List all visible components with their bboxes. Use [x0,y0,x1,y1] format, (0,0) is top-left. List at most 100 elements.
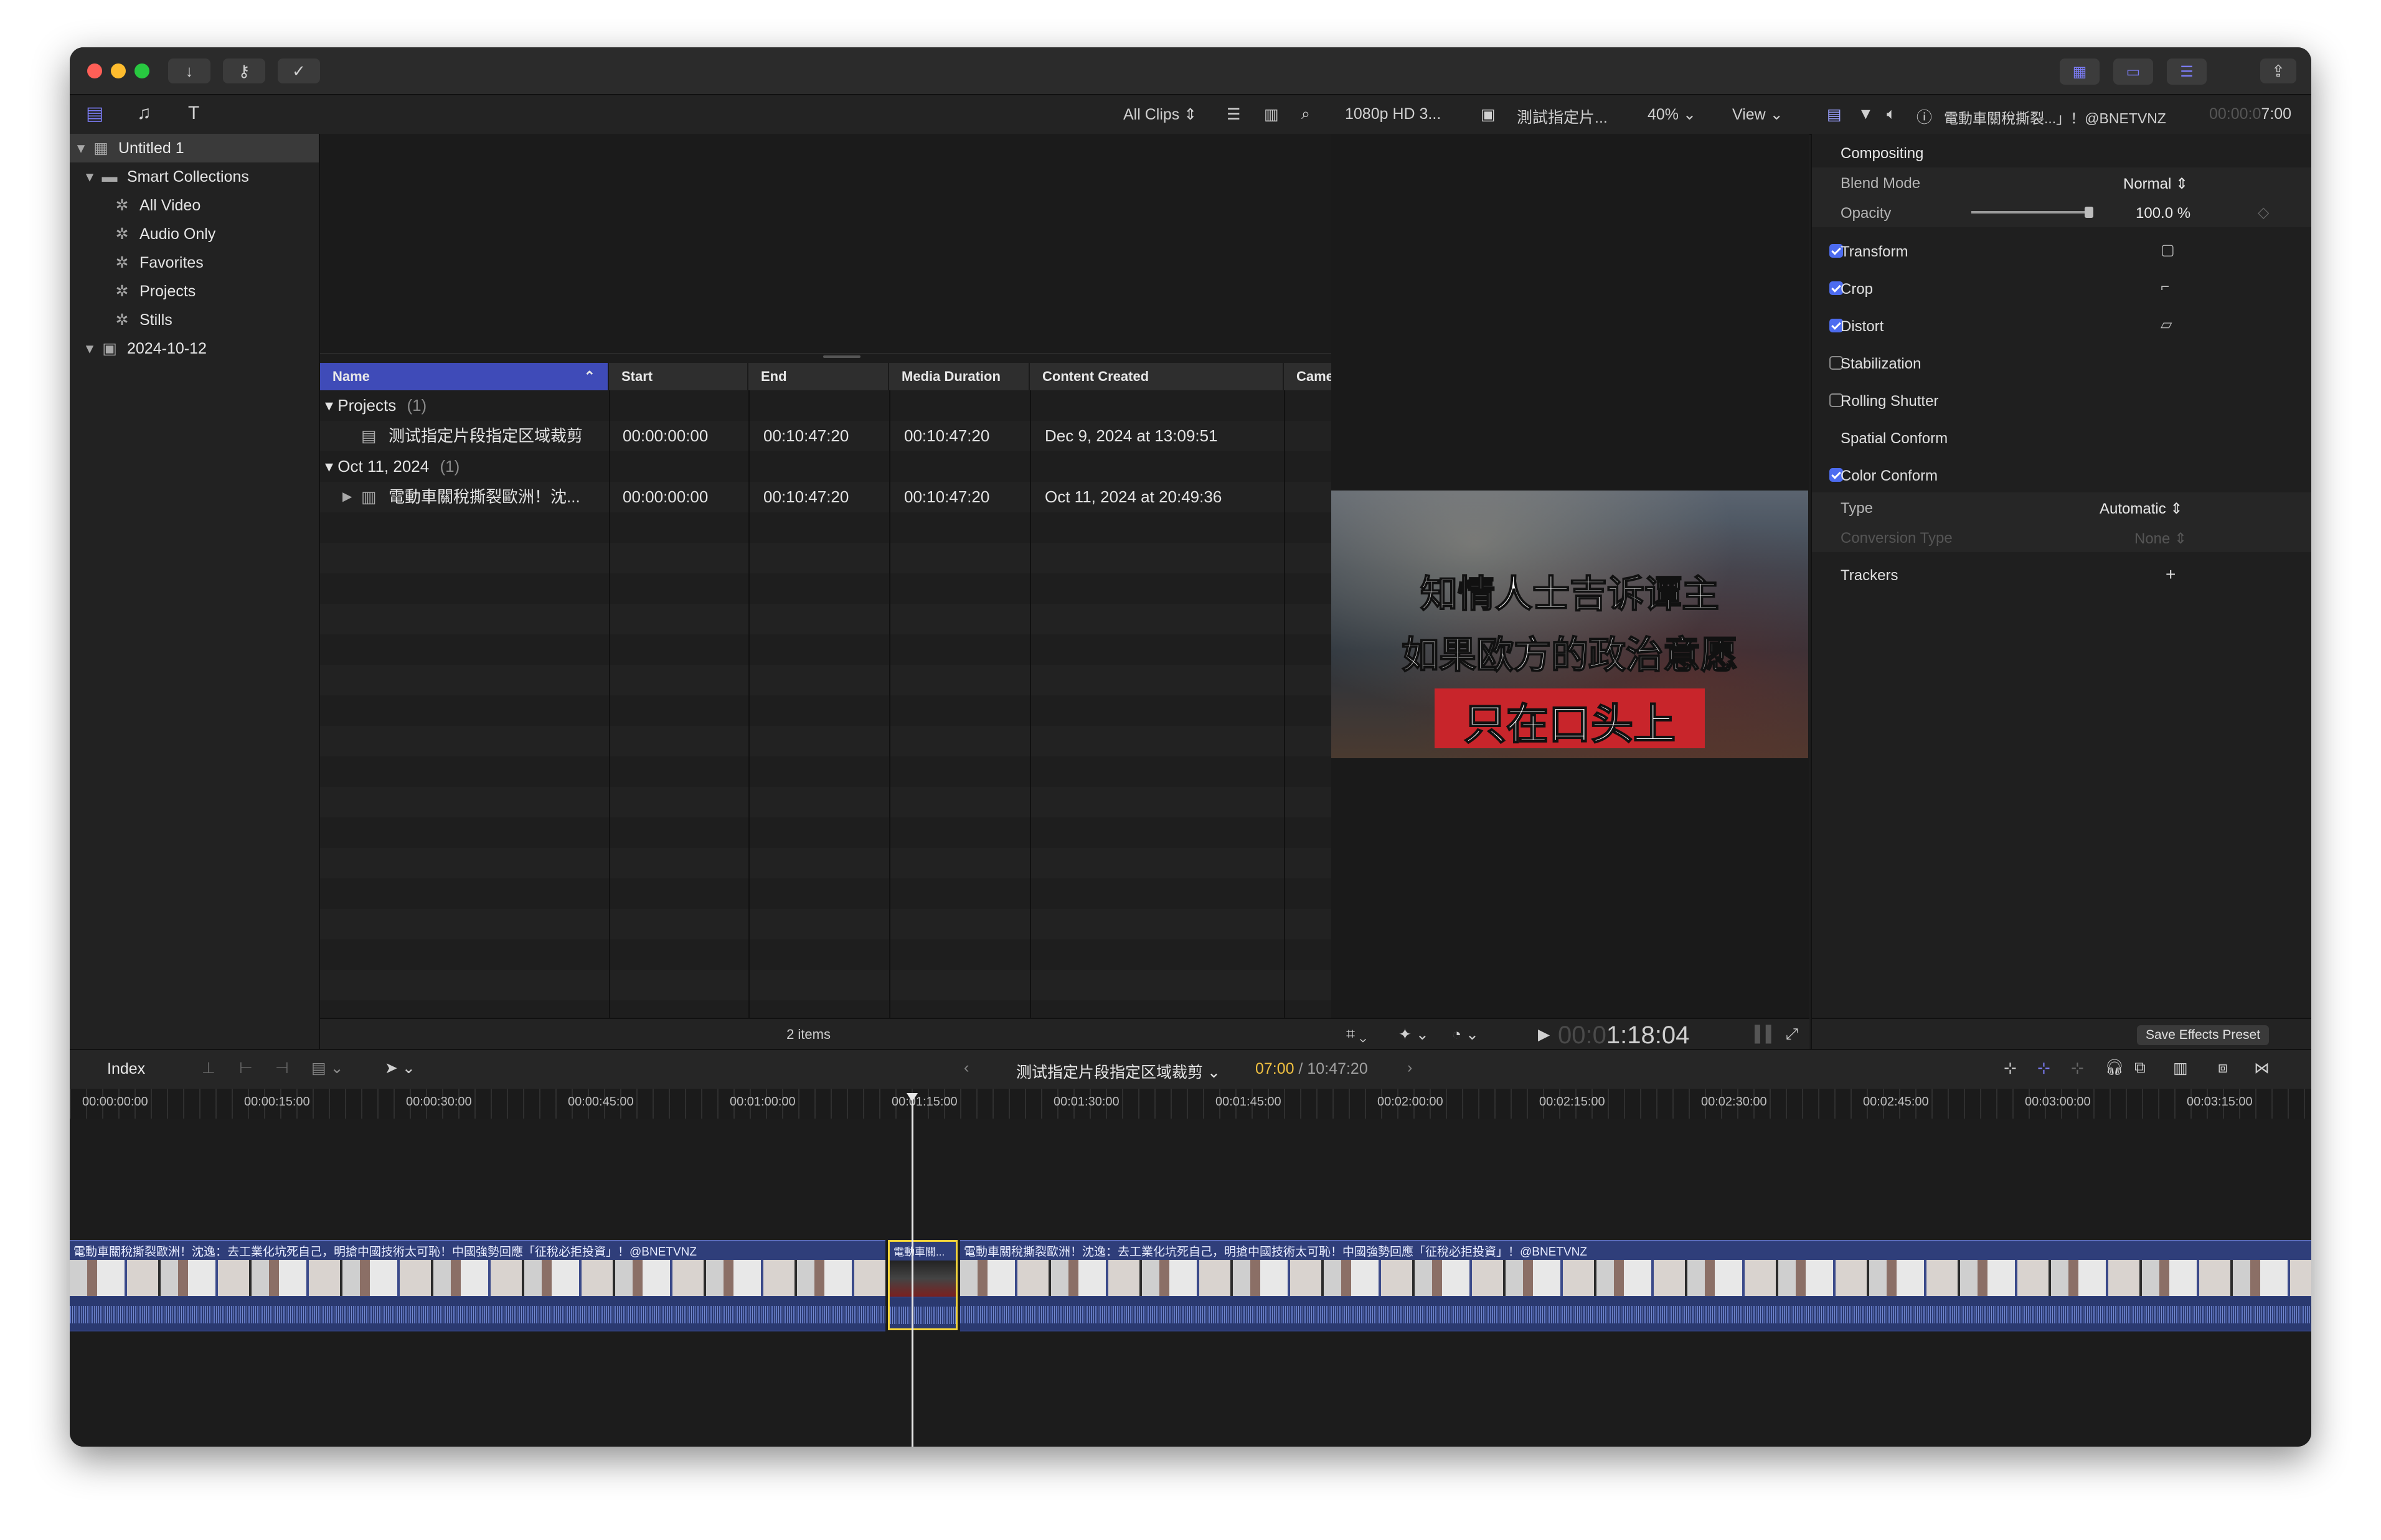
project-name-menu[interactable]: 测试指定片段指定区域裁剪 ⌄ [1016,1060,1220,1082]
solo-icon[interactable]: ⊹ [2071,1059,2084,1078]
all-clips-filter[interactable]: All Clips ⇕ [1123,105,1197,124]
photos-audio-icon[interactable]: ♫ [137,103,151,124]
sidebar-item-favorites[interactable]: ✲ Favorites [70,248,319,277]
clip-appearance-icon[interactable]: ▥ [2173,1059,2188,1078]
group-row-date[interactable]: ▾ Oct 11, 2024 (1) [325,451,460,482]
disclosure-triangle-icon[interactable]: ▾ [82,167,97,186]
disclosure-triangle-icon[interactable]: ▾ [325,457,337,476]
column-header-duration[interactable]: Media Duration [889,363,1030,390]
color-inspector-tab[interactable]: ▼ [1858,105,1874,123]
show-inspector-button[interactable]: ☰ [2167,59,2207,85]
video-frame[interactable]: 知情人士吉诉谭主 如果欧方的政治意愿 只在口头上 [1331,491,1808,758]
column-header-start[interactable]: Start [609,363,748,390]
skimming-icon[interactable]: ⊹ [2004,1059,2017,1078]
column-header-name[interactable]: Name ⌃ [320,363,609,390]
sidebar-item-all-video[interactable]: ✲ All Video [70,191,319,220]
sidebar-item-event[interactable]: ▾ ▣ 2024-10-12 [70,334,319,363]
disclosure-triangle-icon[interactable]: ▾ [325,396,337,415]
opacity-slider-knob[interactable] [2085,207,2093,218]
index-button[interactable]: Index [107,1060,145,1078]
disclosure-triangle-icon[interactable]: ▶ [342,482,352,512]
transitions-browser-icon[interactable]: ⋈ [2254,1059,2270,1078]
transform-row[interactable]: Transform ▢ [1812,233,2311,270]
opacity-field[interactable]: 100.0 % [2136,205,2190,222]
color-conform-row[interactable]: Color Conform [1812,458,2311,494]
type-popup[interactable]: Automatic ⇕ [2100,500,2183,518]
ruler-label: 00:01:15:00 [892,1095,958,1109]
conversion-type-popup[interactable]: None ⇕ [2134,530,2187,548]
disclosure-triangle-icon[interactable]: ▾ [82,339,97,358]
resize-handle[interactable] [823,355,860,358]
titles-generators-icon[interactable]: T [188,103,199,124]
play-button[interactable]: ▶ [1538,1025,1550,1044]
library-view-icon: ▦ [2072,63,2087,80]
sidebar-item-label: All Video [139,196,201,214]
keywords-button[interactable]: ⚷ [223,59,265,83]
overwrite-clip-icon[interactable]: ▤ ⌄ [311,1059,344,1078]
list-view-icon[interactable]: ☰ [1227,105,1240,124]
subtitle-line: 知情人士吉诉谭主 [1420,573,1720,616]
sidebar-item-projects[interactable]: ✲ Projects [70,277,319,306]
view-menu[interactable]: View ⌄ [1732,105,1783,124]
import-button[interactable]: ↓ [168,59,210,83]
sidebar-item-stills[interactable]: ✲ Stills [70,306,319,334]
background-tasks-button[interactable]: ✓ [278,59,320,83]
zoom-window-button[interactable] [134,63,149,78]
audio-skimming-icon[interactable]: ⊹ [2037,1059,2050,1078]
table-row[interactable]: ▤ 测试指定片段指定区域裁剪 00:00:00:00 00:10:47:20 0… [320,421,1401,451]
append-clip-icon[interactable]: ⊣ [275,1059,289,1078]
connect-clip-icon[interactable]: ⊥ [202,1059,215,1078]
timeline-ruler[interactable]: 00:00:00:00 00:00:15:00 00:00:30:00 00:0… [70,1089,2311,1119]
playhead[interactable] [907,1093,918,1447]
crop-onscreen-icon[interactable]: ⌐ [2161,278,2169,296]
playhead-handle[interactable] [907,1093,918,1102]
retime-menu[interactable]: ◔ ⌄ [1452,1025,1479,1044]
add-tracker-button[interactable]: + [2166,565,2176,585]
effects-browser-icon[interactable]: ⧈ [2218,1059,2228,1077]
rolling-shutter-row[interactable]: Rolling Shutter [1812,383,2311,419]
fullscreen-icon[interactable]: ⤢ [1786,1025,1798,1043]
zoom-menu[interactable]: 40% ⌄ [1648,105,1696,124]
transform-menu[interactable]: ⌗ ⌄ [1346,1025,1367,1043]
transform-onscreen-icon[interactable]: ▢ [2161,241,2175,259]
snapping-icon[interactable]: ⧉ [2134,1059,2146,1077]
forward-history-icon[interactable]: › [1407,1059,1412,1077]
filmstrip-view-icon[interactable]: ▥ [1264,105,1279,124]
timeline-clip[interactable]: 電動車關稅撕裂歐洲！沈逸：去工業化坑死自己，明搶中國技術太可恥！中國強勢回應「征… [70,1240,885,1331]
insert-clip-icon[interactable]: ⊢ [239,1059,253,1078]
selected-timeline-clip[interactable]: 電動車關... [888,1240,958,1330]
arrow-tool-icon[interactable]: ➤ ⌄ [385,1059,415,1078]
info-inspector-tab[interactable]: ⓘ [1917,105,1932,128]
group-row-projects[interactable]: ▾ Projects (1) [325,390,427,421]
close-window-button[interactable] [87,63,102,78]
column-header-end[interactable]: End [748,363,889,390]
library-untitled-1[interactable]: ▾ ▦ Untitled 1 [70,134,319,162]
disclosure-triangle-icon[interactable]: ▾ [73,139,88,157]
timeline-clip[interactable]: 電動車關稅撕裂歐洲！沈逸：去工業化坑死自己，明搶中國技術太可恥！中國強勢回應「征… [960,1240,2311,1331]
share-button[interactable]: ⇪ [2260,59,2296,83]
sidebar-item-smart-collections[interactable]: ▾ ▬ Smart Collections [70,162,319,191]
distort-row[interactable]: Distort ▱ [1812,308,2311,344]
keyframe-icon[interactable]: ◇ [2258,204,2269,222]
show-library-button[interactable]: ▦ [2060,59,2100,85]
spatial-conform-row[interactable]: Spatial Conform [1812,420,2311,456]
video-inspector-tab[interactable]: ▤ [1827,105,1842,124]
libraries-icon[interactable]: ▤ [86,103,103,124]
back-history-icon[interactable]: ‹ [964,1059,969,1077]
minimize-window-button[interactable] [111,63,126,78]
save-effects-preset-button[interactable]: Save Effects Preset [2137,1025,2270,1045]
table-row[interactable]: ▶ ▥ 電動車關稅撕裂歐洲！沈... 00:00:00:00 00:10:47:… [320,482,1401,512]
opacity-slider[interactable] [1971,207,2093,218]
blend-mode-popup[interactable]: Normal ⇕ [2123,175,2188,193]
search-icon[interactable]: ⌕ [1301,105,1310,123]
sidebar-item-audio-only[interactable]: ✲ Audio Only [70,220,319,248]
headphones-icon[interactable]: 🎧︎ [2105,1059,2124,1077]
distort-onscreen-icon[interactable]: ▱ [2161,316,2172,334]
enhancements-menu[interactable]: ✦ ⌄ [1398,1025,1429,1044]
crop-row[interactable]: Crop ⌐ [1812,271,2311,307]
format-label: 1080p HD 3... [1345,105,1441,123]
show-timeline-button[interactable]: ▭ [2113,59,2153,85]
column-header-created[interactable]: Content Created [1030,363,1284,390]
stabilization-row[interactable]: Stabilization [1812,345,2311,382]
audio-inspector-tab[interactable]: 🔈︎ [1887,105,1896,123]
